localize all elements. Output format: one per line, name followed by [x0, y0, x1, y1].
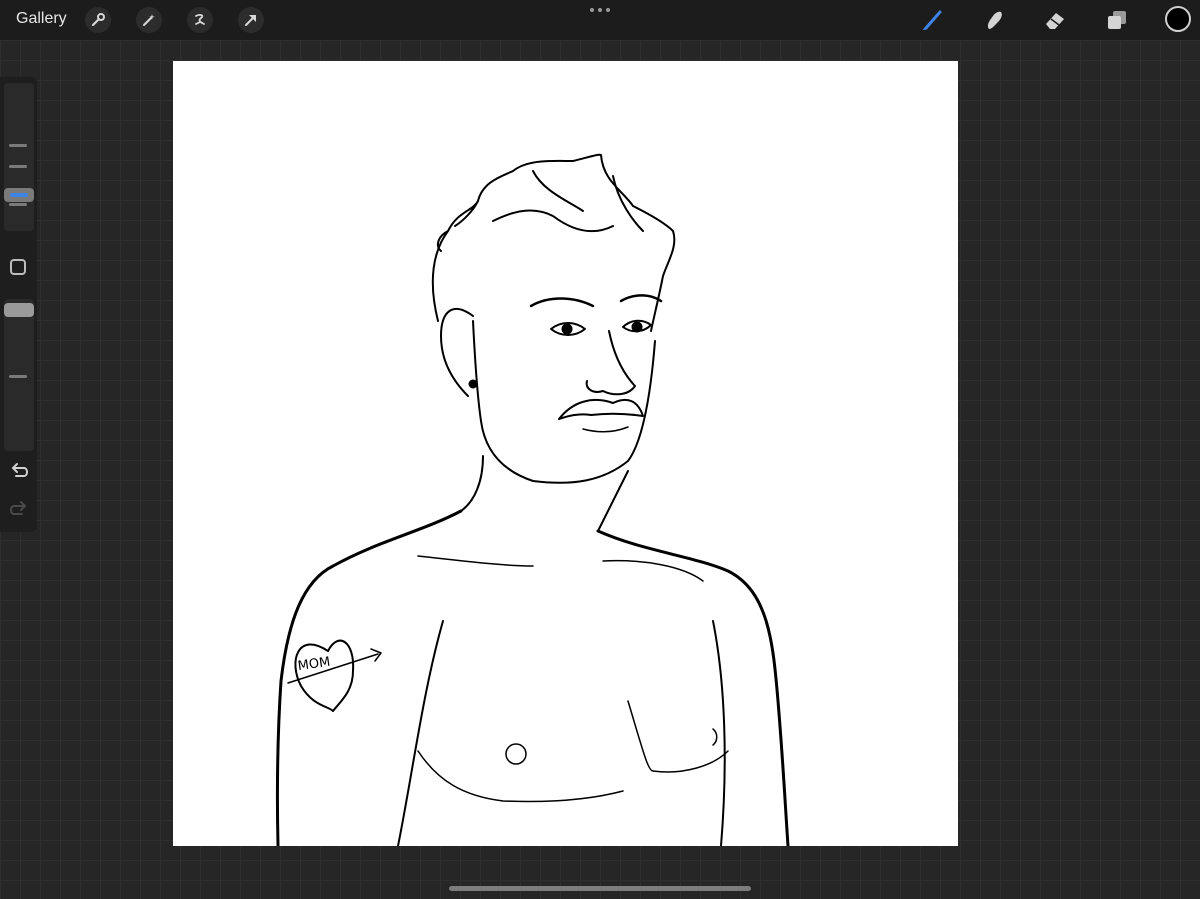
- smudge-tool-button[interactable]: [980, 6, 1008, 34]
- layers-button[interactable]: [1103, 6, 1131, 34]
- line-art-portrait: MOM: [275, 153, 790, 846]
- home-indicator[interactable]: [449, 886, 751, 891]
- slider-tick: [9, 375, 27, 378]
- undo-icon[interactable]: [8, 462, 30, 482]
- left-nipple: [505, 743, 527, 765]
- collarbone: [417, 555, 704, 582]
- neck: [460, 455, 629, 532]
- face-outline: [472, 320, 656, 484]
- drawing-canvas[interactable]: MOM: [173, 61, 958, 846]
- ear: [440, 307, 474, 397]
- redo-icon[interactable]: [8, 500, 30, 520]
- slider-tick: [9, 165, 27, 168]
- adjustments-button[interactable]: [136, 7, 162, 33]
- right-shoulder: [596, 529, 790, 846]
- slider-tick: [9, 203, 27, 206]
- opacity-slider[interactable]: [4, 299, 34, 451]
- opacity-handle[interactable]: [4, 303, 34, 317]
- chest-right: [627, 700, 729, 773]
- left-sidebar: [0, 77, 37, 532]
- transform-button[interactable]: [238, 7, 264, 33]
- eraser-tool-button[interactable]: [1041, 6, 1069, 34]
- left-pupil: [561, 323, 573, 335]
- right-nipple: [712, 728, 718, 746]
- color-picker-button[interactable]: [1165, 6, 1191, 32]
- chest-left: [417, 750, 624, 803]
- mouth: [582, 426, 629, 433]
- brush-icon: [923, 10, 942, 30]
- left-eyebrow: [529, 297, 595, 308]
- modifier-square-icon[interactable]: [10, 259, 26, 275]
- selection-button[interactable]: [187, 7, 213, 33]
- wrench-icon: [91, 13, 105, 27]
- torso-outline: [275, 509, 463, 846]
- right-eyebrow: [619, 294, 663, 303]
- transform-arrow-icon: [245, 15, 256, 26]
- left-arm-inner: [397, 620, 444, 846]
- slider-tick: [9, 144, 27, 147]
- layers-icon: [1108, 11, 1126, 29]
- gallery-button[interactable]: Gallery: [16, 10, 67, 28]
- brush-size-handle[interactable]: [4, 188, 34, 202]
- heart-tattoo: [294, 639, 355, 712]
- magic-wand-icon: [143, 14, 155, 26]
- nose: [585, 330, 636, 396]
- actions-button[interactable]: [85, 7, 111, 33]
- selection-icon: [195, 14, 205, 25]
- eraser-icon: [1046, 13, 1064, 29]
- top-toolbar: Gallery: [0, 0, 1200, 40]
- more-options-icon[interactable]: [590, 8, 610, 14]
- smudge-icon: [987, 11, 1002, 29]
- brush-size-slider[interactable]: [4, 83, 34, 231]
- brush-tool-button[interactable]: [919, 6, 947, 34]
- moustache: [558, 398, 644, 420]
- right-pupil: [631, 321, 643, 333]
- right-arm-inner: [712, 620, 726, 846]
- hair: [431, 153, 676, 332]
